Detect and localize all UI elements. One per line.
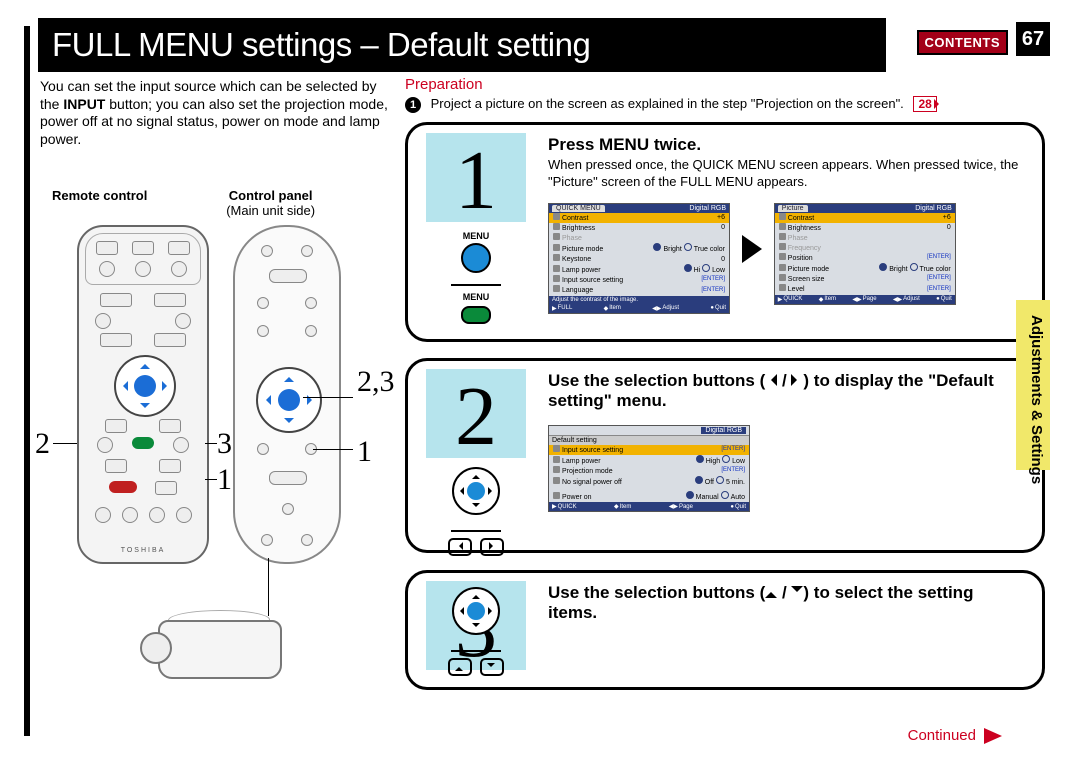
device-labels: Remote control Control panel (Main unit …: [52, 188, 382, 218]
callout-23: 2,3: [357, 365, 395, 399]
leader-line: [268, 558, 269, 616]
left-button-icon: [448, 538, 472, 556]
step-1-title: Press MENU twice.: [548, 135, 1026, 155]
dpad-icon: [452, 467, 500, 515]
menu-pill-icon: [461, 306, 491, 324]
main-unit-label: (Main unit side): [196, 203, 346, 218]
preparation-heading: Preparation: [405, 76, 483, 93]
step-2-icons: [426, 467, 526, 559]
step-3-box: 3 Use the selection buttons ( / ) to sel…: [405, 570, 1045, 690]
step-2-title: Use the selection buttons ( / ) to displ…: [548, 371, 1026, 411]
step-1-box: 1 MENU MENU Press MENU twice. When press…: [405, 122, 1045, 342]
menu-button-icon: [461, 243, 491, 273]
prep-bullet: 1: [405, 97, 421, 113]
page-number: 67: [1016, 22, 1050, 56]
remote-body: TOSHIBA: [77, 225, 209, 564]
osd-picture: PictureDigital RGB Contrast+6 Brightness…: [774, 203, 956, 305]
step-1-number: 1: [426, 133, 526, 222]
step-1-icons: MENU MENU: [426, 231, 526, 327]
preparation-text: 1 Project a picture on the screen as exp…: [405, 96, 1025, 113]
right-button-icon: [480, 538, 504, 556]
menu-label-top: MENU: [426, 231, 526, 241]
step-1-body: When pressed once, the QUICK MENU screen…: [548, 157, 1026, 191]
control-panel-body: [233, 225, 341, 564]
remote-menu-button: [132, 437, 154, 449]
step-3-icons: [426, 587, 526, 679]
prep-body: Project a picture on the screen as expla…: [431, 96, 904, 111]
section-tab-label: Adjustments & Settings: [1028, 315, 1045, 484]
down-button-icon: [480, 658, 504, 676]
step-3-title: Use the selection buttons ( / ) to selec…: [548, 583, 1026, 623]
menu-label-bottom: MENU: [426, 292, 526, 302]
intro-input-word: INPUT: [63, 96, 105, 112]
up-button-icon: [448, 658, 472, 676]
left-rule: [24, 26, 30, 736]
osd-default-setting: Digital RGB Default setting Input source…: [548, 425, 750, 512]
step-2-box: 2 Use the selection buttons ( / ) to dis…: [405, 358, 1045, 553]
page-title: FULL MENU settings – Default setting: [38, 18, 886, 72]
contents-button[interactable]: CONTENTS: [917, 30, 1009, 55]
callout-2: 2: [35, 427, 50, 461]
osd-quick-menu: QUICK MENUDigital RGB Contrast+6 Brightn…: [548, 203, 730, 314]
page-ref-link[interactable]: 28: [913, 96, 936, 112]
intro-text: You can set the input source which can b…: [40, 78, 390, 148]
panel-label: Control panel: [196, 188, 346, 203]
continued-label: Continued: [908, 727, 1010, 744]
remote-dpad: [114, 355, 176, 417]
step-2-number: 2: [426, 369, 526, 458]
callout-1-mid: 1: [217, 463, 232, 497]
callout-3: 3: [217, 427, 232, 461]
dpad-icon: [452, 587, 500, 635]
arrow-right-icon: [742, 235, 762, 263]
remote-label: Remote control: [52, 188, 192, 203]
callout-1-right: 1: [357, 435, 372, 469]
projector-illustration: [138, 600, 298, 690]
panel-dpad: [256, 367, 322, 433]
